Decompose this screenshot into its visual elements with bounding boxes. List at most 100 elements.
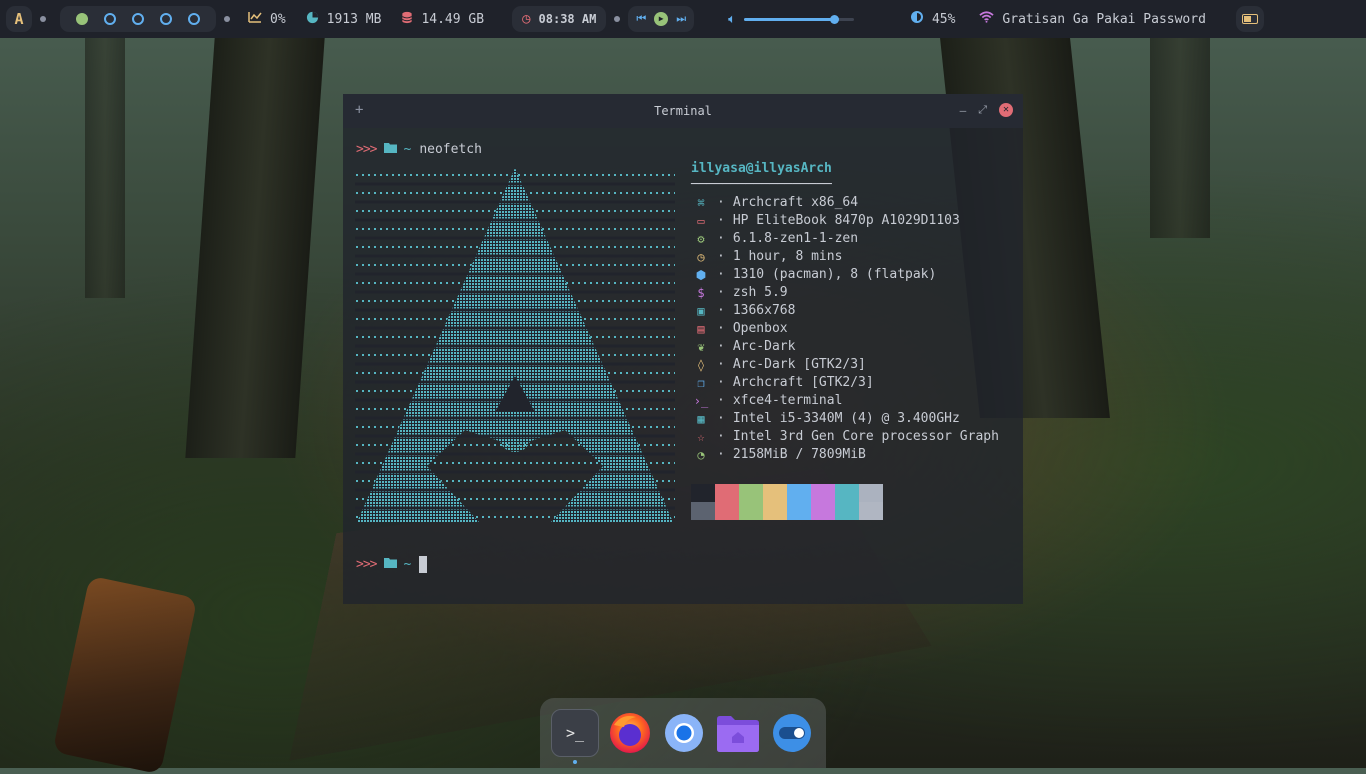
dock-files[interactable] [715, 710, 761, 756]
separator-dot [224, 16, 230, 22]
info-value: Arc-Dark [GTK2/3] [732, 357, 866, 372]
info-value: Intel 3rd Gen Core processor Graph [732, 429, 999, 444]
brightness-indicator[interactable]: 45% [910, 10, 955, 28]
prompt-dir: ~ [403, 557, 412, 572]
command-line: >>> ~ neofetch [356, 142, 482, 157]
dock-toggle[interactable] [769, 710, 815, 756]
info-separator: · [717, 321, 725, 336]
info-separator: · [717, 267, 725, 282]
dock-terminal[interactable]: >_ [551, 709, 599, 764]
minimize-icon[interactable]: – [960, 104, 967, 117]
clock[interactable]: ◷ 08:38 AM [512, 6, 607, 32]
database-icon [401, 11, 413, 28]
separator-dot [614, 16, 621, 22]
info-separator: · [717, 393, 725, 408]
memory-indicator[interactable]: 1913 MB [306, 11, 381, 28]
dock-chromium[interactable] [661, 710, 707, 756]
chart-icon [248, 11, 262, 27]
info-row: ▦ · Intel i5-3340M (4) @ 3.400GHz [691, 410, 999, 428]
workspace-5[interactable] [188, 13, 200, 25]
color-swatch [739, 484, 763, 502]
active-prompt[interactable]: >>> ~ [356, 556, 428, 573]
battery-icon [1241, 14, 1258, 24]
system-info: illyasa@illyasArch ────────────────── ⌘ ·… [691, 160, 999, 464]
star-icon: ☆ [697, 430, 705, 444]
chromium-icon [665, 714, 703, 752]
info-row: ◷ · 1 hour, 8 mins [691, 248, 999, 266]
next-icon[interactable]: ⏭ [676, 12, 686, 26]
terminal-title: Terminal [654, 104, 712, 118]
brightness-value: 45% [931, 11, 956, 27]
cpu-value: 0% [270, 11, 286, 27]
close-icon[interactable]: ✕ [999, 103, 1013, 117]
package-icon: ⬢ [695, 268, 707, 282]
volume-fill [743, 17, 835, 21]
info-value: zsh 5.9 [732, 285, 788, 300]
info-row: ☆ · Intel 3rd Gen Core processor Graph [691, 428, 999, 446]
info-separator: · [717, 411, 725, 426]
info-row: ◔ · 2158MiB / 7809MiB [691, 446, 999, 464]
info-value: 6.1.8-zen1-1-zen [732, 231, 859, 246]
info-row: ⚙ · 6.1.8-zen1-1-zen [691, 230, 999, 248]
info-value: 2158MiB / 7809MiB [732, 447, 866, 462]
workspace-1[interactable] [76, 13, 88, 25]
color-swatch [691, 484, 715, 502]
color-swatch [763, 484, 787, 502]
color-swatch [739, 502, 763, 520]
info-list: ⌘ · Archcraft x86_64 ▭ · HP EliteBook 8470p A… [691, 194, 999, 464]
launcher-button[interactable]: A [6, 6, 32, 32]
color-swatch [715, 502, 739, 520]
info-separator: · [717, 231, 725, 246]
folder-icon [384, 142, 398, 157]
terminal-titlebar[interactable]: + Terminal – ⤢ ✕ [343, 94, 1023, 128]
previous-icon[interactable]: ⏮ [636, 12, 646, 26]
dock: >_ [540, 698, 826, 768]
info-row: ⬢ · 1310 (pacman), 8 (flatpak) [691, 266, 999, 284]
disk-value: 14.49 GB [421, 11, 485, 27]
cpu-indicator[interactable]: 0% [248, 11, 286, 27]
workspace-2[interactable] [104, 13, 116, 25]
info-separator: · [717, 285, 725, 300]
monitor-icon: ▭ [697, 214, 705, 228]
palette-row-top [691, 484, 883, 502]
toggle-icon [773, 714, 811, 752]
info-row: ❐ · Archcraft [GTK2/3] [691, 374, 999, 392]
battery-indicator[interactable] [1235, 6, 1264, 32]
workspace-3[interactable] [132, 13, 144, 25]
terminal-window[interactable]: + Terminal – ⤢ ✕ >>> ~ neofetch illyasa@… [343, 94, 1023, 604]
volume-control[interactable]: 🔈︎ [728, 12, 854, 27]
top-bar: A 0% 1913 MB 14.49 GB ◷ 08:38 AM ⏮ ▶ ⏭ 🔈… [0, 0, 1366, 38]
info-value: Intel i5-3340M (4) @ 3.400GHz [732, 411, 960, 426]
pie-chart-icon [306, 11, 319, 28]
prompt-arrows: >>> [356, 557, 378, 572]
workspace-4[interactable] [160, 13, 172, 25]
terminal-icon: >_ [565, 724, 585, 742]
leaf-icon: ❦ [697, 340, 705, 354]
color-swatch [715, 484, 739, 502]
play-icon[interactable]: ▶ [654, 12, 669, 26]
color-swatch [811, 502, 835, 520]
firefox-icon [610, 713, 650, 753]
maximize-icon[interactable]: ⤢ [978, 103, 987, 117]
separator-dot [40, 16, 46, 22]
new-tab-icon[interactable]: + [355, 102, 363, 118]
volume-knob[interactable] [830, 14, 840, 24]
command-text: neofetch [419, 142, 482, 157]
dock-firefox[interactable] [607, 710, 653, 756]
wallpaper-log [52, 575, 198, 774]
gear-icon: ⚙ [697, 232, 705, 246]
speaker-icon: 🔈︎ [728, 11, 736, 27]
wallpaper-tree [185, 38, 325, 458]
color-swatch [811, 484, 835, 502]
info-row: $ · zsh 5.9 [691, 284, 999, 302]
text-cursor [419, 556, 428, 573]
volume-slider[interactable] [743, 14, 854, 24]
prompt-arrows: >>> [356, 142, 378, 157]
color-swatch [787, 484, 811, 502]
image-icon: ▣ [697, 304, 705, 318]
wifi-indicator[interactable]: Gratisan Ga Pakai Password [979, 11, 1206, 27]
info-row: ▤ · Openbox [691, 320, 999, 338]
disk-indicator[interactable]: 14.49 GB [401, 11, 484, 28]
command-icon: ⌘ [697, 196, 705, 210]
info-row: ▭ · HP EliteBook 8470p A1029D1103 [691, 212, 999, 230]
